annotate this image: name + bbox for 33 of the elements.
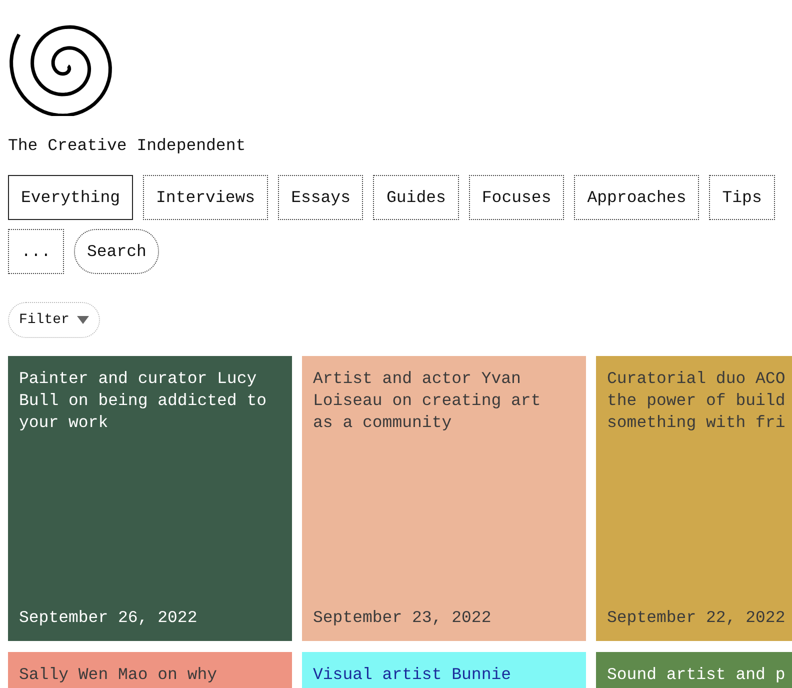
article-title: your work — [19, 412, 110, 434]
nav-tab[interactable]: Essays — [278, 175, 364, 220]
article-card[interactable]: Visual artist Bunnie — [302, 652, 586, 688]
nav-tab[interactable]: Approaches — [574, 175, 700, 220]
nav-tab[interactable]: Everything — [8, 175, 134, 220]
article-date: September 26, 2022 — [19, 607, 198, 629]
article-title: Painter and curator Lucy — [19, 368, 258, 390]
article-title: Sound artist and p — [607, 664, 786, 686]
article-date: September 23, 2022 — [313, 607, 492, 629]
article-card[interactable]: Curatorial duo ACO the power of build something with fri September 22, 2022 — [596, 356, 792, 641]
article-title: the power of build — [607, 390, 786, 412]
article-title: Bull on being addicted to — [19, 390, 268, 412]
article-title: Artist and actor Yvan — [313, 368, 522, 390]
article-title: Loiseau on creating art — [313, 390, 542, 412]
nav-tab[interactable]: Interviews — [143, 175, 268, 220]
article-card[interactable]: Sally Wen Mao on why — [8, 652, 292, 688]
article-date: September 22, 2022 — [607, 607, 786, 629]
article-card[interactable]: Sound artist and p — [596, 652, 792, 688]
article-title: Visual artist Bunnie — [313, 664, 512, 686]
nav-tab[interactable]: Guides — [373, 175, 459, 220]
caret-icon — [77, 316, 90, 324]
site-title: The Creative Independent — [8, 136, 246, 155]
article-title: something with fri — [607, 412, 786, 434]
search-button[interactable]: Search — [74, 229, 160, 274]
filter-button[interactable]: Filter — [8, 302, 100, 338]
article-title: Sally Wen Mao on why — [19, 664, 218, 686]
nav-tab[interactable]: Tips — [709, 175, 775, 220]
article-title: as a community — [313, 412, 453, 434]
more-button[interactable]: ... — [8, 229, 64, 274]
nav-tab[interactable]: Focuses — [468, 175, 564, 220]
article-card[interactable]: Artist and actor Yvan Loiseau on creating art as a community September 23, 2022 — [302, 356, 586, 641]
article-card[interactable]: Painter and curator Lucy Bull on being addicted to your work September 26, 2022 — [8, 356, 292, 641]
article-title: Curatorial duo ACO — [607, 368, 786, 390]
